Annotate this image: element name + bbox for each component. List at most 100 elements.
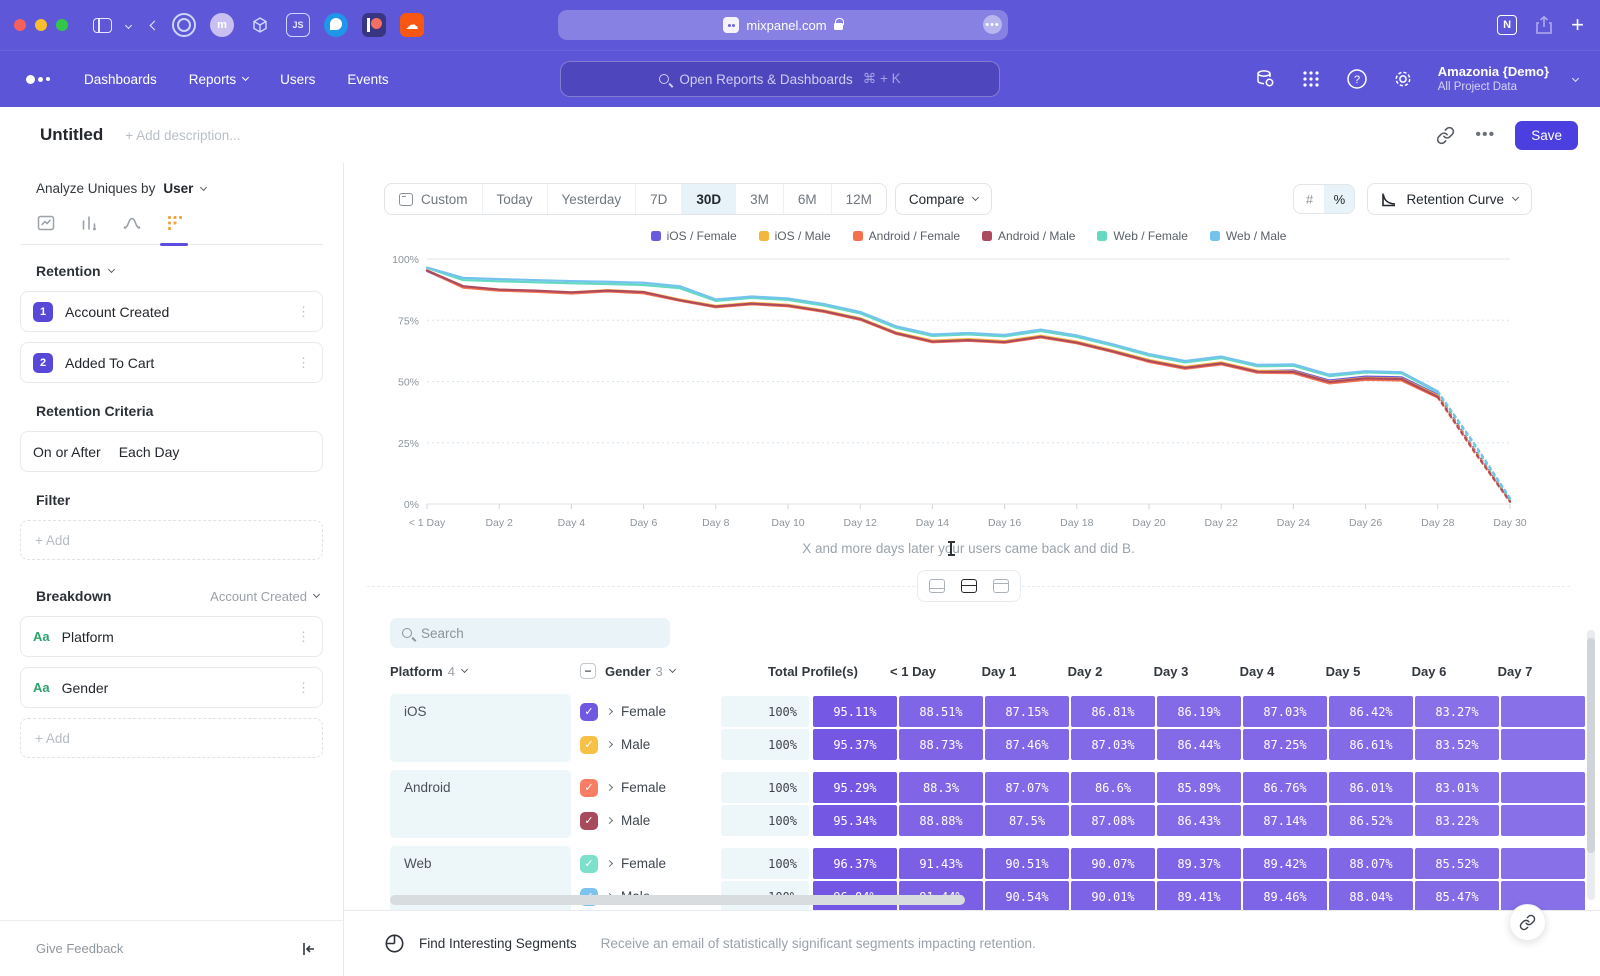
- retention-cell[interactable]: 86.52%: [1329, 805, 1413, 836]
- more-options-icon[interactable]: •••: [1475, 126, 1495, 144]
- retention-line-chart[interactable]: 0%25%50%75%100%< 1 DayDay 2Day 4Day 6Day…: [384, 249, 1564, 533]
- chevron-right-icon[interactable]: [606, 817, 613, 824]
- checkbox-ios-male[interactable]: ✓: [580, 736, 598, 754]
- range-custom[interactable]: Custom: [385, 184, 483, 214]
- retention-cell[interactable]: 86.61%: [1329, 729, 1413, 760]
- retention-cell[interactable]: 95.34%: [813, 805, 897, 836]
- checkbox-ios-female[interactable]: ✓: [580, 703, 598, 721]
- retention-step-2[interactable]: 2 Added To Cart ⋮: [20, 342, 323, 383]
- layout-chart-only[interactable]: [924, 575, 950, 597]
- share-icon[interactable]: [1535, 15, 1553, 35]
- retention-cell[interactable]: 86.6%: [1071, 772, 1155, 803]
- chevron-right-icon[interactable]: [606, 741, 613, 748]
- give-feedback-link[interactable]: Give Feedback: [36, 941, 123, 956]
- retention-cell[interactable]: 87.07%: [985, 772, 1069, 803]
- retention-cell[interactable]: 86.76%: [1243, 772, 1327, 803]
- retention-cell[interactable]: 89.41%: [1157, 881, 1241, 912]
- add-filter-button[interactable]: + Add: [20, 520, 323, 560]
- retention-cell[interactable]: 90.01%: [1071, 881, 1155, 912]
- column-header-day-6[interactable]: Day 6: [1386, 664, 1472, 679]
- gender-cell[interactable]: ✓Male: [580, 736, 721, 754]
- retention-cell[interactable]: 90.51%: [985, 848, 1069, 879]
- layout-split[interactable]: [956, 575, 982, 597]
- retention-cell[interactable]: 86.43%: [1157, 805, 1241, 836]
- extension-js-icon[interactable]: JS: [286, 13, 310, 37]
- vertical-scrollbar[interactable]: [1587, 630, 1595, 900]
- collapse-sidebar-icon[interactable]: [301, 942, 317, 956]
- retention-cell[interactable]: 96.37%: [813, 848, 897, 879]
- table-search-input[interactable]: Search: [390, 618, 670, 648]
- column-header-day-5[interactable]: Day 5: [1300, 664, 1386, 679]
- extension-m-icon[interactable]: m: [210, 13, 234, 37]
- column-header-day-4[interactable]: Day 4: [1214, 664, 1300, 679]
- criteria-value[interactable]: Each Day: [119, 444, 180, 460]
- data-management-icon[interactable]: [1254, 68, 1276, 90]
- legend-item[interactable]: Android / Female: [853, 229, 960, 243]
- platform-label[interactable]: iOS: [390, 694, 571, 762]
- retention-cell[interactable]: 95.37%: [813, 729, 897, 760]
- retention-cell[interactable]: 85.52%: [1415, 848, 1499, 879]
- kebab-menu-icon[interactable]: ⋮: [297, 634, 310, 640]
- retention-cell[interactable]: 86.19%: [1157, 696, 1241, 727]
- retention-cell[interactable]: 83.27%: [1415, 696, 1499, 727]
- retention-cell[interactable]: 83.52%: [1415, 729, 1499, 760]
- range-12m[interactable]: 12M: [832, 184, 886, 214]
- retention-cell[interactable]: 85.47%: [1415, 881, 1499, 912]
- legend-item[interactable]: Web / Male: [1210, 229, 1286, 243]
- column-header-total-profile-s-[interactable]: Total Profile(s): [760, 664, 870, 679]
- layout-table-only[interactable]: [988, 575, 1014, 597]
- save-button[interactable]: Save: [1515, 121, 1578, 150]
- minimize-window-button[interactable]: [35, 19, 47, 31]
- kebab-menu-icon[interactable]: ⋮: [297, 309, 310, 315]
- retention-cell[interactable]: 89.46%: [1243, 881, 1327, 912]
- horizontal-scrollbar[interactable]: [390, 895, 965, 905]
- retention-cell[interactable]: 88.73%: [899, 729, 983, 760]
- gender-cell[interactable]: ✓Female: [580, 779, 721, 797]
- notion-extension-icon[interactable]: N: [1497, 15, 1517, 35]
- share-link-floating-button[interactable]: [1509, 904, 1546, 941]
- column-header-day-2[interactable]: Day 2: [1042, 664, 1128, 679]
- column-header-day-7[interactable]: Day 7: [1472, 664, 1558, 679]
- retention-cell[interactable]: 86.81%: [1071, 696, 1155, 727]
- breakdown-gender[interactable]: Aa Gender ⋮: [20, 667, 323, 708]
- report-title[interactable]: Untitled: [40, 125, 103, 145]
- copy-link-icon[interactable]: [1436, 126, 1455, 145]
- chevron-right-icon[interactable]: [606, 708, 613, 715]
- chevron-right-icon[interactable]: [606, 860, 613, 867]
- retention-cell[interactable]: 88.04%: [1329, 881, 1413, 912]
- column-header-day-3[interactable]: Day 3: [1128, 664, 1214, 679]
- new-tab-icon[interactable]: +: [1571, 14, 1584, 36]
- nav-users[interactable]: Users: [280, 72, 315, 87]
- settings-gear-icon[interactable]: [1392, 68, 1414, 90]
- retention-cell[interactable]: 87.15%: [985, 696, 1069, 727]
- retention-cell[interactable]: 88.07%: [1329, 848, 1413, 879]
- gender-cell[interactable]: ✓Female: [580, 855, 721, 873]
- kebab-menu-icon[interactable]: ⋮: [297, 360, 310, 366]
- retention-cell[interactable]: 83.01%: [1415, 772, 1499, 803]
- legend-item[interactable]: Android / Male: [982, 229, 1075, 243]
- gender-cell[interactable]: ✓Female: [580, 703, 721, 721]
- retention-cell[interactable]: 85.89%: [1157, 772, 1241, 803]
- retention-cell[interactable]: 87.03%: [1243, 696, 1327, 727]
- retention-cell[interactable]: 83.22%: [1415, 805, 1499, 836]
- chevron-down-icon[interactable]: [125, 21, 132, 28]
- criteria-condition[interactable]: On or After: [33, 444, 101, 460]
- zoom-window-button[interactable]: [56, 19, 68, 31]
- retention-criteria-card[interactable]: On or After Each Day: [20, 431, 323, 472]
- chart-type-button[interactable]: Retention Curve: [1367, 183, 1532, 215]
- retention-cell[interactable]: 88.51%: [899, 696, 983, 727]
- retention-cell[interactable]: 90.54%: [985, 881, 1069, 912]
- range-6m[interactable]: 6M: [784, 184, 832, 214]
- breakdown-platform[interactable]: Aa Platform ⋮: [20, 616, 323, 657]
- unit-percent[interactable]: %: [1324, 185, 1354, 213]
- retention-cell[interactable]: 86.44%: [1157, 729, 1241, 760]
- legend-item[interactable]: iOS / Female: [651, 229, 737, 243]
- column-header-day-1[interactable]: Day 1: [956, 664, 1042, 679]
- retention-cell[interactable]: 87.5%: [985, 805, 1069, 836]
- segments-title[interactable]: Find Interesting Segments: [419, 936, 577, 951]
- retention-cell[interactable]: 95.11%: [813, 696, 897, 727]
- retention-section-header[interactable]: Retention: [20, 263, 323, 279]
- platform-column-header[interactable]: Platform4: [390, 664, 580, 679]
- retention-cell[interactable]: 91.43%: [899, 848, 983, 879]
- analyze-value[interactable]: User: [163, 181, 193, 196]
